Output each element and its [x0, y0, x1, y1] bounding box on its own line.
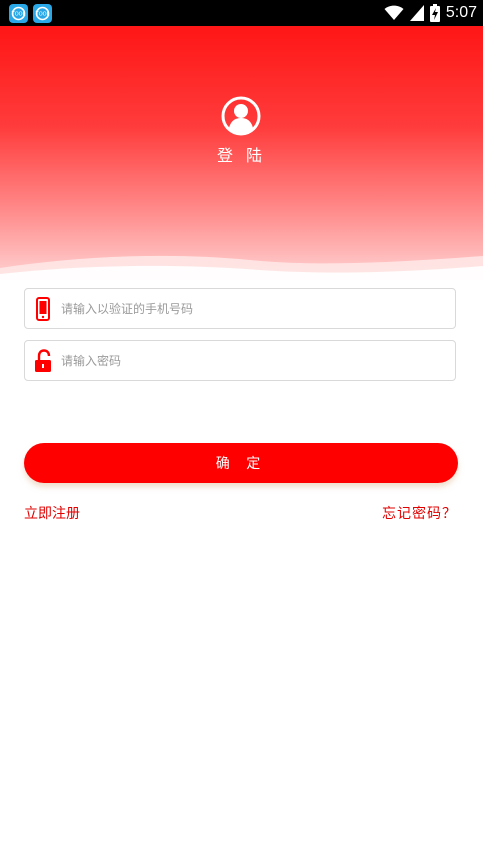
phone-icon — [36, 297, 50, 321]
register-link[interactable]: 立即注册 — [24, 503, 80, 523]
wave-decoration — [0, 255, 483, 280]
signal-icon — [409, 5, 424, 21]
confirm-button-label: 确 定 — [215, 456, 267, 472]
header-banner: 登 陆 — [0, 0, 483, 280]
status-icons: 5:07 — [384, 3, 477, 23]
battery-charging-icon — [429, 4, 440, 22]
unlock-icon — [35, 349, 51, 372]
login-screen: 登 陆 TOOL TOOL 5:07 请输入以验证的手机号码 确 定 立即注册 … — [0, 0, 483, 860]
app-icon: TOOL — [9, 4, 28, 23]
svg-text:TOOL: TOOL — [11, 12, 26, 18]
phone-input[interactable] — [61, 289, 441, 328]
password-input[interactable] — [61, 341, 441, 380]
confirm-button[interactable]: 确 定 — [24, 443, 458, 483]
page-title: 登 陆 — [216, 146, 267, 165]
app-icon: TOOL — [33, 4, 52, 23]
status-time: 5:07 — [445, 4, 477, 21]
status-bar: TOOL TOOL 5:07 — [0, 0, 483, 26]
wifi-icon — [384, 5, 404, 20]
phone-field[interactable] — [24, 288, 456, 329]
password-field[interactable] — [24, 340, 456, 381]
svg-text:TOOL: TOOL — [35, 12, 50, 18]
user-icon — [221, 96, 261, 136]
forgot-password-link[interactable]: 忘记密码？ — [382, 503, 457, 523]
